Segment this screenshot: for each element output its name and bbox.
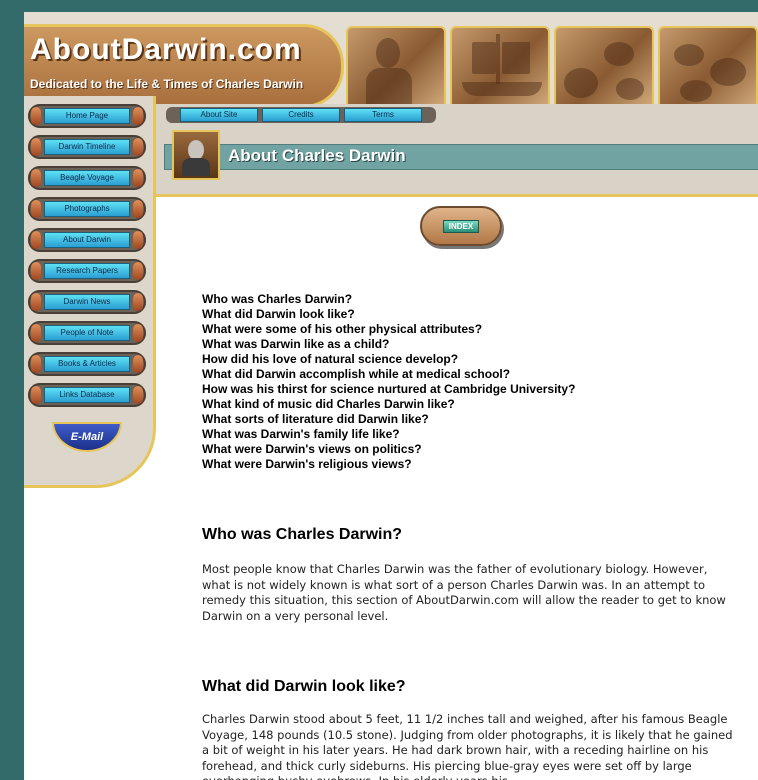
sidebar-item-label: Home Page (44, 108, 130, 124)
question-list: Who was Charles Darwin? What did Darwin … (202, 292, 742, 472)
index-button[interactable]: INDEX (420, 206, 502, 246)
sidebar-item-links-database[interactable]: Links Database (28, 383, 146, 407)
article-body: Charles Darwin stood about 5 feet, 11 1/… (202, 712, 733, 780)
sidebar-item-label: Links Database (44, 387, 130, 403)
question-link[interactable]: What did Darwin look like? (202, 307, 742, 322)
question-link[interactable]: How did his love of natural science deve… (202, 352, 742, 367)
article-body: Most people know that Charles Darwin was… (202, 562, 726, 623)
email-button[interactable]: E-Mail (52, 422, 122, 452)
question-link[interactable]: What was Darwin like as a child? (202, 337, 742, 352)
sidebar-item-label: Photographs (44, 201, 130, 217)
sidebar-item-label: Research Papers (44, 263, 130, 279)
sidebar-item-beagle-voyage[interactable]: Beagle Voyage (28, 166, 146, 190)
tab-about-site[interactable]: About Site (180, 108, 258, 122)
question-link[interactable]: What kind of music did Charles Darwin li… (202, 397, 742, 412)
sidebar-item-darwin-timeline[interactable]: Darwin Timeline (28, 135, 146, 159)
header-photo-strip (346, 26, 758, 110)
question-link[interactable]: How was his thirst for science nurtured … (202, 382, 742, 397)
sidebar-item-label: Books & Articles (44, 356, 130, 372)
question-link[interactable]: Who was Charles Darwin? (202, 292, 742, 307)
sidebar-item-label: People of Note (44, 325, 130, 341)
site-tagline: Dedicated to the Life & Times of Charles… (30, 77, 304, 91)
sidebar-item-photographs[interactable]: Photographs (28, 197, 146, 221)
finch-sketch-image (658, 26, 758, 110)
article-heading: What did Darwin look like? (202, 678, 406, 695)
darwin-portrait-image (346, 26, 446, 110)
section-header: About Site Credits Terms About Charles D… (156, 104, 758, 197)
left-teal-border (0, 0, 24, 780)
sidebar-item-research-papers[interactable]: Research Papers (28, 259, 146, 283)
beagle-ship-image (450, 26, 550, 110)
sidebar-item-home-page[interactable]: Home Page (28, 104, 146, 128)
galapagos-animals-image (554, 26, 654, 110)
question-link[interactable]: What did Darwin accomplish while at medi… (202, 367, 742, 382)
article-heading: Who was Charles Darwin? (202, 526, 403, 543)
index-button-label: INDEX (442, 219, 480, 233)
sidebar-item-people-of-note[interactable]: People of Note (28, 321, 146, 345)
sidebar-item-books-articles[interactable]: Books & Articles (28, 352, 146, 376)
top-teal-border (24, 0, 758, 12)
page-title: About Charles Darwin (228, 146, 406, 165)
sidebar-item-about-darwin[interactable]: About Darwin (28, 228, 146, 252)
sidebar-item-label: About Darwin (44, 232, 130, 248)
sidebar-item-darwin-news[interactable]: Darwin News (28, 290, 146, 314)
tab-terms[interactable]: Terms (344, 108, 422, 122)
site-title: AboutDarwin.com (30, 33, 302, 66)
sidebar-item-label: Beagle Voyage (44, 170, 130, 186)
question-link[interactable]: What were Darwin's views on politics? (202, 442, 742, 457)
sidebar-nav: Home Page Darwin Timeline Beagle Voyage … (24, 96, 156, 488)
tab-credits[interactable]: Credits (262, 108, 340, 122)
sidebar-item-label: Darwin News (44, 294, 130, 310)
question-link[interactable]: What sorts of literature did Darwin like… (202, 412, 742, 427)
question-link[interactable]: What were some of his other physical att… (202, 322, 742, 337)
top-tab-bar: About Site Credits Terms (166, 107, 436, 123)
sidebar-item-label: Darwin Timeline (44, 139, 130, 155)
darwin-bust-icon (172, 130, 220, 180)
question-link[interactable]: What were Darwin's religious views? (202, 457, 742, 472)
question-link[interactable]: What was Darwin's family life like? (202, 427, 742, 442)
